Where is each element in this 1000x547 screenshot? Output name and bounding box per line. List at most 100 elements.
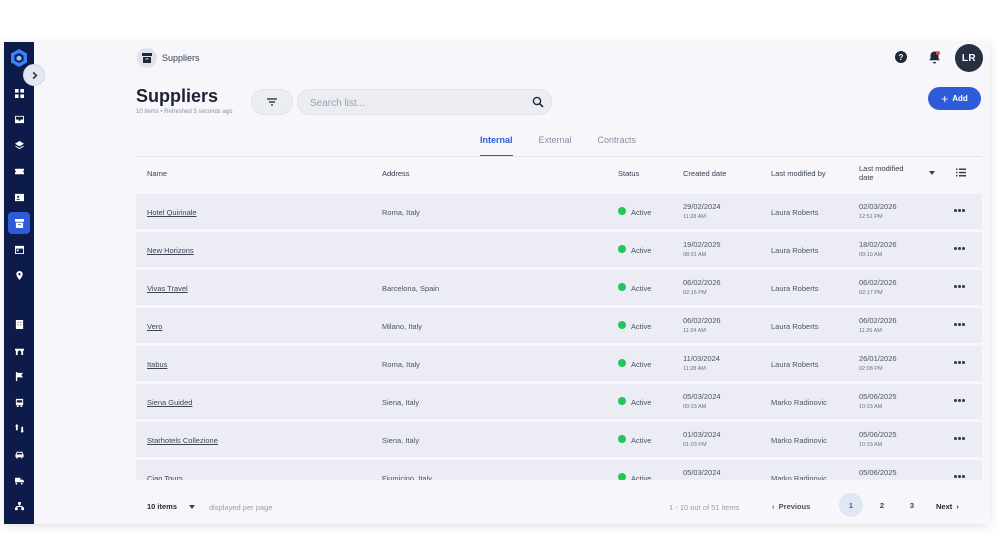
screenshot-frame: Suppliers ? LR Suppliers 10 items • Refr… (0, 0, 1000, 547)
tab-contracts[interactable]: Contracts (598, 135, 637, 157)
notification-bell-icon[interactable] (928, 50, 941, 64)
sidebar-item-transport[interactable] (8, 391, 30, 413)
page-1-button[interactable]: 1 (839, 493, 863, 517)
column-header-created-date[interactable]: Created date (683, 169, 726, 178)
layers-icon (14, 140, 24, 149)
supplier-name-link[interactable]: Hotel Quirinale (147, 208, 197, 217)
sidebar (4, 42, 34, 524)
search-icon[interactable] (532, 96, 544, 108)
last-modified-date: 18/02/2026 09:10 AM (859, 240, 897, 260)
supplier-name-link[interactable]: Vivas Travel (147, 284, 188, 293)
row-actions-icon[interactable] (954, 285, 966, 289)
breadcrumb[interactable]: Suppliers (162, 53, 200, 63)
sidebar-item-locations[interactable] (8, 264, 30, 286)
top-bar: Suppliers ? LR (34, 42, 990, 76)
supplier-name-link[interactable]: New Horizons (147, 246, 194, 255)
inbox-icon (14, 115, 24, 123)
status-active-dot (618, 397, 626, 405)
sidebar-item-hotels[interactable] (8, 313, 30, 335)
sidebar-item-tickets[interactable] (8, 160, 30, 182)
calendar-icon (14, 245, 24, 254)
sidebar-item-calendar[interactable] (8, 238, 30, 260)
column-settings-icon[interactable] (956, 168, 966, 177)
sidebar-item-venues[interactable] (8, 339, 30, 361)
avatar[interactable]: LR (955, 44, 983, 72)
sidebar-item-organization[interactable] (8, 495, 30, 517)
chevron-down-icon[interactable] (189, 505, 195, 509)
table-row[interactable]: Starhotels Collezione Siena, Italy Active 0… (136, 422, 982, 457)
supplier-name-link[interactable]: Vero (147, 322, 162, 331)
column-header-name[interactable]: Name (147, 169, 167, 178)
row-actions-icon[interactable] (954, 323, 966, 327)
created-date-time: 02:16 PM (683, 290, 707, 296)
modified-date-day: 26/01/2026 (859, 354, 897, 363)
sort-descending-icon[interactable] (929, 171, 935, 175)
sidebar-item-dashboard[interactable] (8, 82, 30, 104)
modified-date-time: 10:33 AM (859, 442, 883, 448)
sidebar-collapse-button[interactable] (23, 64, 45, 86)
table-row[interactable]: Hotel Quirinale Roma, Italy Active 29/02/20… (136, 194, 982, 229)
sidebar-item-suppliers[interactable] (8, 212, 30, 234)
status-badge: Active (631, 474, 652, 480)
modified-date-day: 05/06/2025 (859, 392, 897, 401)
column-header-status[interactable]: Status (618, 169, 639, 178)
supplier-name-link[interactable]: Itabus (147, 360, 167, 369)
supplier-address: Siena, Italy (382, 398, 420, 407)
row-actions-icon[interactable] (954, 361, 966, 365)
modified-date-day: 06/02/2026 (859, 278, 897, 287)
supplier-name-link[interactable]: Starhotels Collezione (147, 436, 218, 445)
row-actions-icon[interactable] (954, 209, 966, 213)
table-row[interactable]: Vero Milano, Italy Active 06/02/2026 11:24 A… (136, 308, 982, 343)
created-date-day: 05/03/2024 (683, 468, 721, 477)
row-actions-icon[interactable] (954, 399, 966, 403)
table-row[interactable]: Siena Guided Siena, Italy Active 05/03/2024… (136, 384, 982, 419)
created-date: 05/03/2024 09:33 AM (683, 392, 721, 412)
previous-page-button[interactable]: ‹ Previous (772, 502, 810, 511)
table-row[interactable]: Ciao Tours Fiumicino, Italy Active 05/03/20… (136, 460, 982, 480)
add-button[interactable]: + Add (928, 87, 981, 110)
column-header-last-modified-by[interactable]: Last modified by (771, 169, 826, 178)
last-modified-date: 06/02/2026 11:26 AM (859, 316, 897, 336)
sidebar-item-vehicles[interactable] (8, 443, 30, 465)
row-actions-icon[interactable] (954, 247, 966, 251)
tab-external[interactable]: External (539, 135, 572, 157)
modified-date-day: 18/02/2026 (859, 240, 897, 249)
next-page-button[interactable]: Next › (936, 502, 959, 511)
last-modified-by: Laura Roberts (771, 322, 819, 331)
archive-box-icon (14, 218, 24, 228)
sidebar-item-delivery[interactable] (8, 469, 30, 491)
sidebar-item-transfers[interactable] (8, 417, 30, 439)
page-title: Suppliers (136, 86, 219, 106)
sidebar-item-flags[interactable] (8, 365, 30, 387)
supplier-name-link[interactable]: Siena Guided (147, 398, 192, 407)
sidebar-item-inbox[interactable] (8, 108, 30, 130)
table-row[interactable]: Itabus Roma, Italy Active 11/03/2024 11:28 A… (136, 346, 982, 381)
status-badge: Active (631, 322, 652, 331)
status-active-dot (618, 245, 626, 253)
row-actions-icon[interactable] (954, 475, 966, 479)
column-header-address[interactable]: Address (382, 169, 410, 178)
supplier-name-link[interactable]: Ciao Tours (147, 474, 183, 480)
row-actions-icon[interactable] (954, 437, 966, 441)
supplier-address: Siena, Italy (382, 436, 420, 445)
plus-icon: + (941, 91, 949, 106)
sidebar-item-contacts[interactable] (8, 186, 30, 208)
sidebar-item-layers[interactable] (8, 134, 30, 156)
last-modified-by: Marko Radinovic (771, 436, 827, 445)
search-input[interactable] (310, 95, 510, 111)
table-row[interactable]: New Horizons Active 19/02/2025 08:31 AM Laur… (136, 232, 982, 267)
table-row[interactable]: Vivas Travel Barcelona, Spain Active 06/02/… (136, 270, 982, 305)
help-icon[interactable]: ? (895, 51, 907, 63)
column-header-last-modified-date[interactable]: Last modified date (859, 164, 919, 182)
created-date-day: 19/02/2025 (683, 240, 721, 249)
status-badge: Active (631, 360, 652, 369)
per-page-select[interactable]: 10 items (147, 502, 177, 511)
page-3-button[interactable]: 3 (900, 493, 924, 517)
status-active-dot (618, 359, 626, 367)
tab-internal[interactable]: Internal (480, 135, 513, 157)
archive-box-icon (142, 53, 152, 63)
filter-button[interactable] (251, 89, 293, 115)
modified-date-time: 11:26 AM (859, 328, 882, 334)
created-date: 06/02/2026 02:16 PM (683, 278, 721, 298)
page-2-button[interactable]: 2 (870, 493, 894, 517)
